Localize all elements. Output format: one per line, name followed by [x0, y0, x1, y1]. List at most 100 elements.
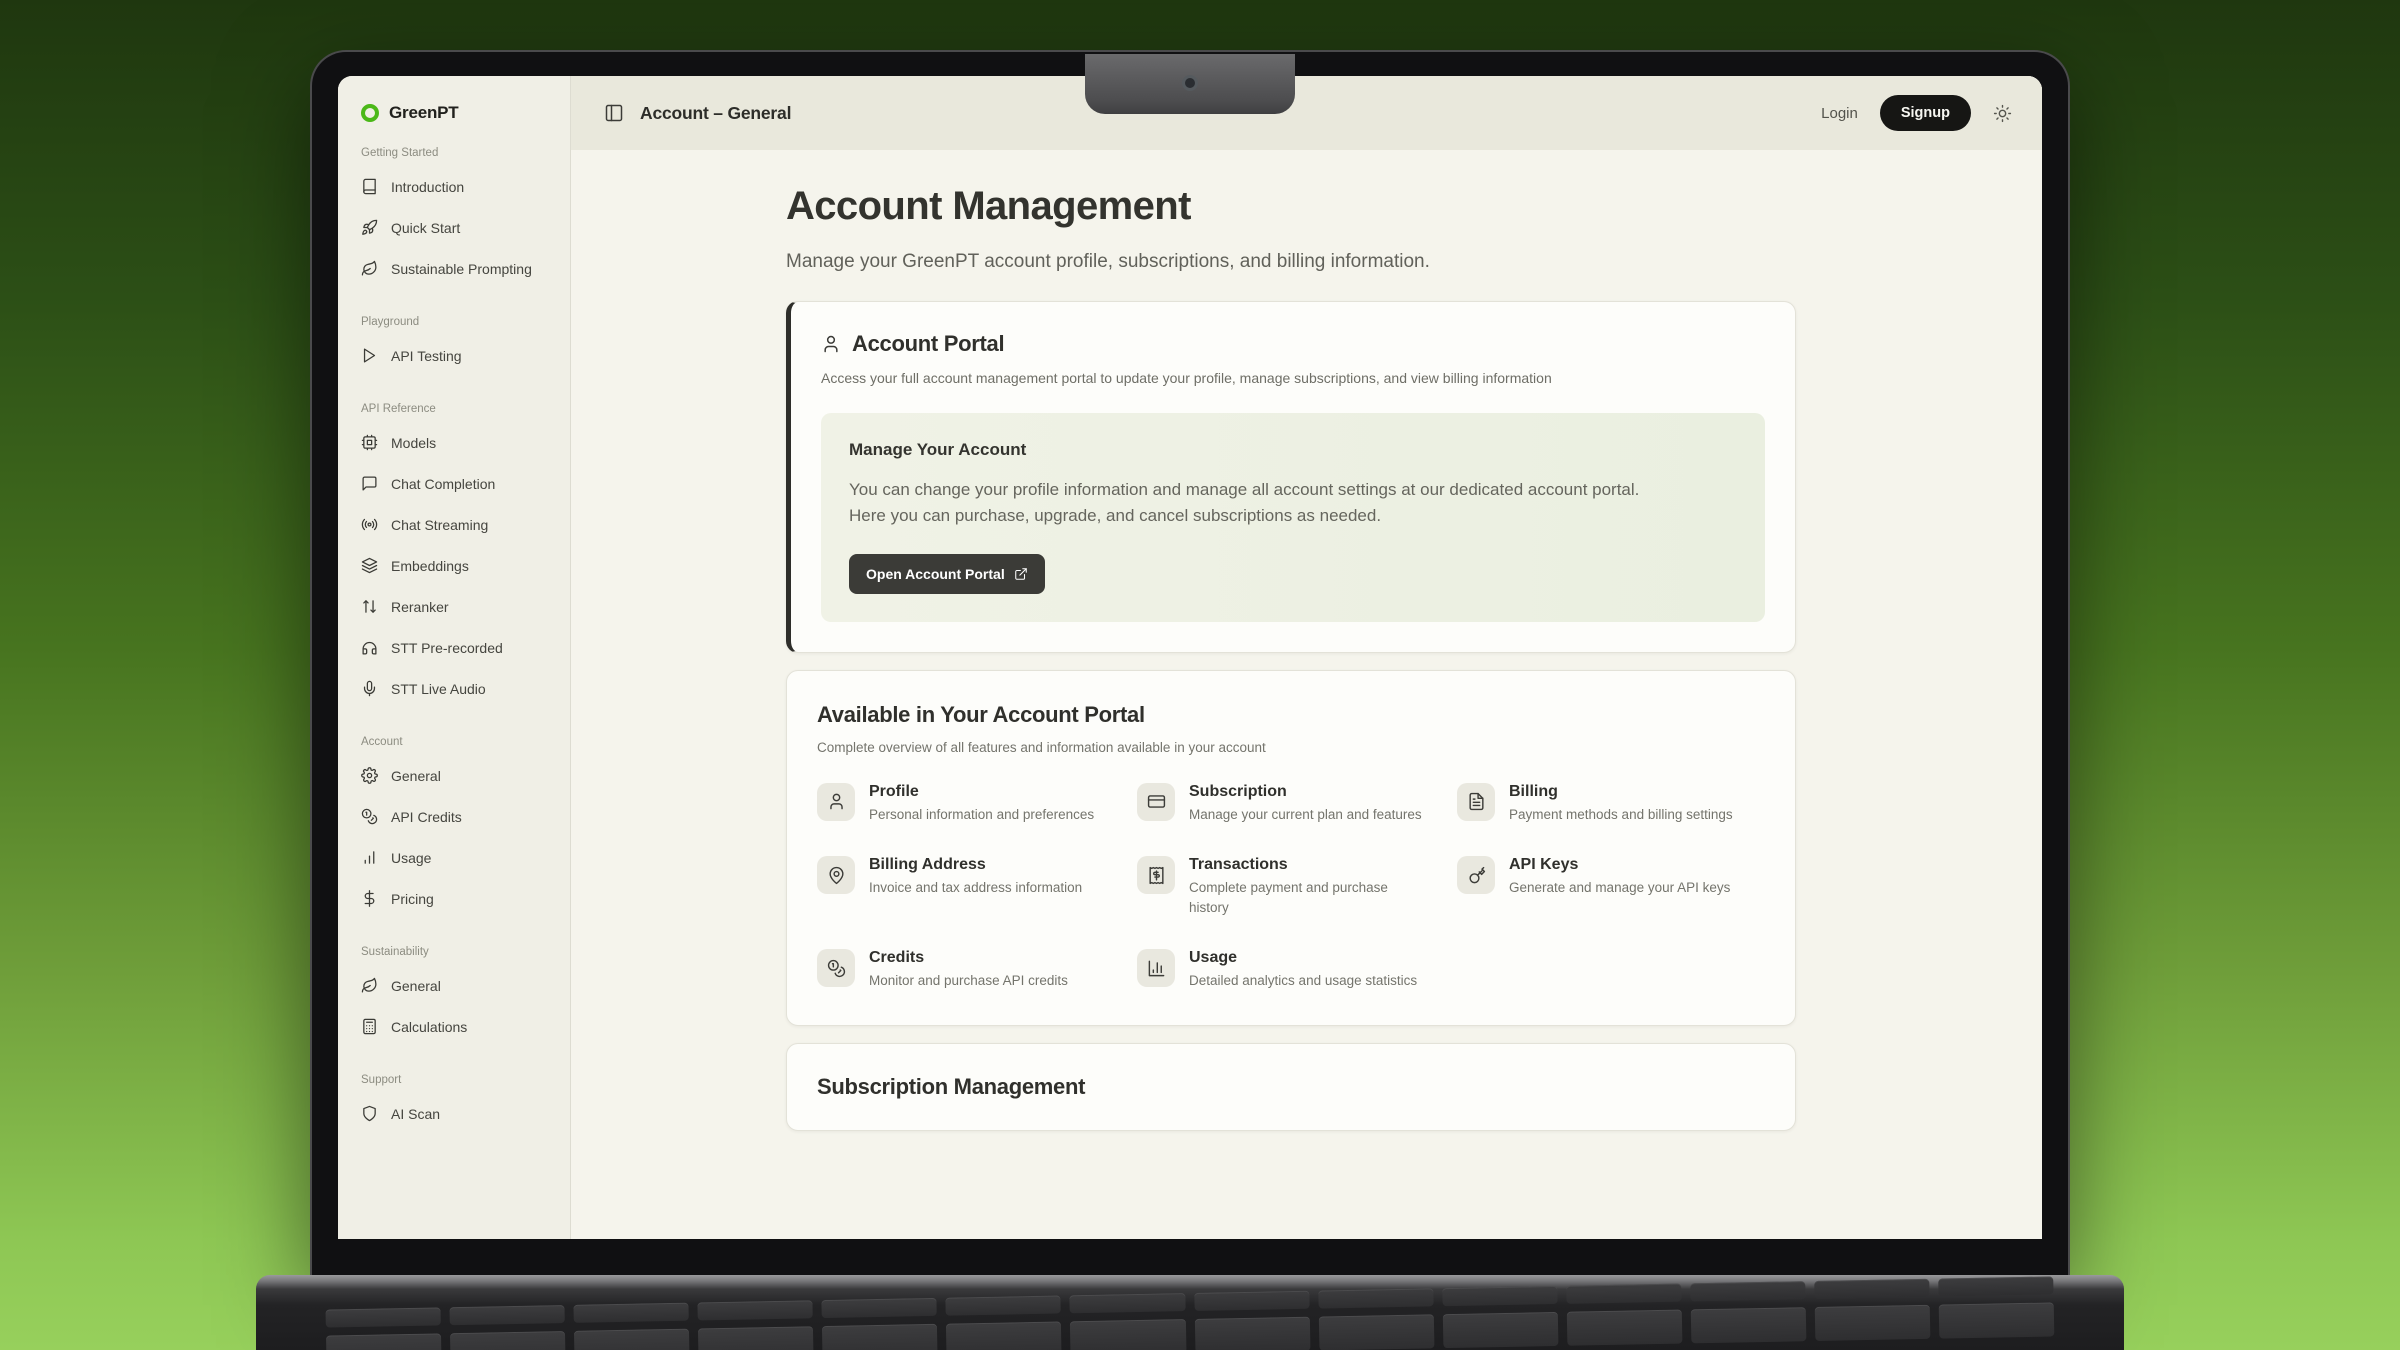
feature-text: Usage Detailed analytics and usage stati…: [1189, 949, 1417, 991]
feature-billing: Billing Payment methods and billing sett…: [1457, 783, 1765, 825]
feature-title: Usage: [1189, 949, 1417, 967]
sidebar-item-label: Models: [391, 435, 436, 451]
feature-title: Billing: [1509, 783, 1733, 801]
sidebar-item-api-credits[interactable]: API Credits: [338, 796, 570, 837]
sidebar-toggle-icon[interactable]: [604, 103, 624, 123]
sidebar-item-api-testing[interactable]: API Testing: [338, 335, 570, 376]
feature-description: Generate and manage your API keys: [1509, 878, 1730, 898]
sidebar-item-label: Reranker: [391, 599, 449, 615]
feature-title: API Keys: [1509, 856, 1730, 874]
sidebar-item-general[interactable]: General: [338, 755, 570, 796]
sidebar-item-label: API Testing: [391, 348, 462, 364]
keyboard-key: [1815, 1305, 1931, 1341]
bar-chart-icon: [361, 849, 378, 866]
brand-logo-icon: [361, 104, 379, 122]
laptop-bezel: GreenPT Getting Started Introduction Qui…: [310, 50, 2070, 1275]
sidebar-item-sustainable-prompting[interactable]: Sustainable Prompting: [338, 248, 570, 289]
key-icon: [1457, 856, 1495, 894]
keyboard-key: [1194, 1291, 1309, 1311]
user-icon: [817, 783, 855, 821]
leaf-icon: [361, 260, 378, 277]
keyboard-key: [1938, 1276, 2053, 1296]
sidebar-item-chat-streaming[interactable]: Chat Streaming: [338, 504, 570, 545]
user-icon: [821, 334, 841, 354]
file-text-icon: [1457, 783, 1495, 821]
page-subtitle: Manage your GreenPT account profile, sub…: [786, 251, 1796, 273]
sidebar-item-chat-completion[interactable]: Chat Completion: [338, 463, 570, 504]
sidebar-item-label: AI Scan: [391, 1106, 440, 1122]
book-icon: [361, 178, 378, 195]
sidebar-section-label: Support: [338, 1074, 570, 1086]
sidebar-item-label: API Credits: [391, 809, 462, 825]
sidebar-item-introduction[interactable]: Introduction: [338, 166, 570, 207]
calculator-icon: [361, 1018, 378, 1035]
coins-icon: [817, 949, 855, 987]
feature-text: API Keys Generate and manage your API ke…: [1509, 856, 1730, 898]
page-title: Account Management: [786, 184, 1796, 229]
desktop-background: GreenPT Getting Started Introduction Qui…: [0, 0, 2400, 1350]
keyboard-key: [1567, 1310, 1683, 1346]
sidebar-section-items: API Testing: [338, 335, 570, 376]
receipt-icon: [1137, 856, 1175, 894]
leaf-icon: [361, 977, 378, 994]
dollar-icon: [361, 890, 378, 907]
laptop-base: [256, 1275, 2124, 1350]
keyboard-key: [822, 1324, 938, 1350]
sidebar-item-reranker[interactable]: Reranker: [338, 586, 570, 627]
sidebar-section: Account General API Credits Usage Pricin…: [338, 736, 570, 919]
account-portal-title: Account Portal: [852, 331, 1004, 357]
feature-title: Transactions: [1189, 856, 1427, 874]
account-portal-header: Account Portal: [821, 331, 1765, 357]
sidebar-item-calculations[interactable]: Calculations: [338, 1006, 570, 1047]
sidebar-item-stt-live-audio[interactable]: STT Live Audio: [338, 668, 570, 709]
sidebar-item-label: Usage: [391, 850, 431, 866]
sidebar-item-label: Chat Completion: [391, 476, 495, 492]
feature-description: Monitor and purchase API credits: [869, 971, 1068, 991]
sidebar-item-label: Embeddings: [391, 558, 469, 574]
sidebar-item-ai-scan[interactable]: AI Scan: [338, 1093, 570, 1134]
sidebar-item-usage[interactable]: Usage: [338, 837, 570, 878]
radio-icon: [361, 516, 378, 533]
sidebar-item-pricing[interactable]: Pricing: [338, 878, 570, 919]
sidebar-item-embeddings[interactable]: Embeddings: [338, 545, 570, 586]
content-scroll-area[interactable]: Account Management Manage your GreenPT a…: [571, 150, 2042, 1239]
keyboard-key: [574, 1329, 690, 1350]
keyboard-key: [326, 1307, 441, 1327]
keyboard-key: [946, 1321, 1062, 1350]
sidebar-section-label: Getting Started: [338, 147, 570, 159]
keyboard-key: [1318, 1288, 1433, 1308]
feature-profile: Profile Personal information and prefere…: [817, 783, 1125, 825]
keyboard-key: [1070, 1293, 1185, 1313]
login-link[interactable]: Login: [1821, 105, 1858, 122]
features-card-title: Available in Your Account Portal: [817, 702, 1765, 728]
brand-logo[interactable]: GreenPT: [338, 76, 570, 125]
feature-subscription: Subscription Manage your current plan an…: [1137, 783, 1445, 825]
portal-features-card: Available in Your Account Portal Complet…: [786, 670, 1796, 1026]
feature-usage: Usage Detailed analytics and usage stati…: [1137, 949, 1445, 991]
sidebar-section-items: General Calculations: [338, 965, 570, 1047]
theme-toggle-sun-icon[interactable]: [1993, 104, 2012, 123]
main-area: Account – General Login Signup Account M…: [571, 76, 2042, 1239]
sidebar-section-label: Sustainability: [338, 946, 570, 958]
sidebar-section-items: Models Chat Completion Chat Streaming Em…: [338, 422, 570, 709]
keyboard-key: [1318, 1314, 1434, 1350]
sidebar-item-quick-start[interactable]: Quick Start: [338, 207, 570, 248]
keyboard-key: [822, 1298, 937, 1318]
open-account-portal-button[interactable]: Open Account Portal: [849, 554, 1045, 594]
feature-text: Transactions Complete payment and purcha…: [1189, 856, 1427, 917]
keyboard-key: [1070, 1319, 1186, 1350]
sidebar-item-models[interactable]: Models: [338, 422, 570, 463]
sidebar-item-general[interactable]: General: [338, 965, 570, 1006]
credit-card-icon: [1137, 783, 1175, 821]
signup-button[interactable]: Signup: [1880, 95, 1971, 131]
keyboard-key: [574, 1303, 689, 1323]
sidebar-section-items: General API Credits Usage Pricing: [338, 755, 570, 919]
sidebar-item-label: General: [391, 768, 441, 784]
feature-text: Profile Personal information and prefere…: [869, 783, 1094, 825]
keyboard-key: [1939, 1302, 2055, 1338]
keyboard-key: [450, 1331, 566, 1350]
content-column: Account Management Manage your GreenPT a…: [786, 184, 1796, 1131]
sidebar-item-label: General: [391, 978, 441, 994]
sidebar-item-stt-pre-recorded[interactable]: STT Pre-recorded: [338, 627, 570, 668]
sidebar-section: Support AI Scan: [338, 1074, 570, 1134]
